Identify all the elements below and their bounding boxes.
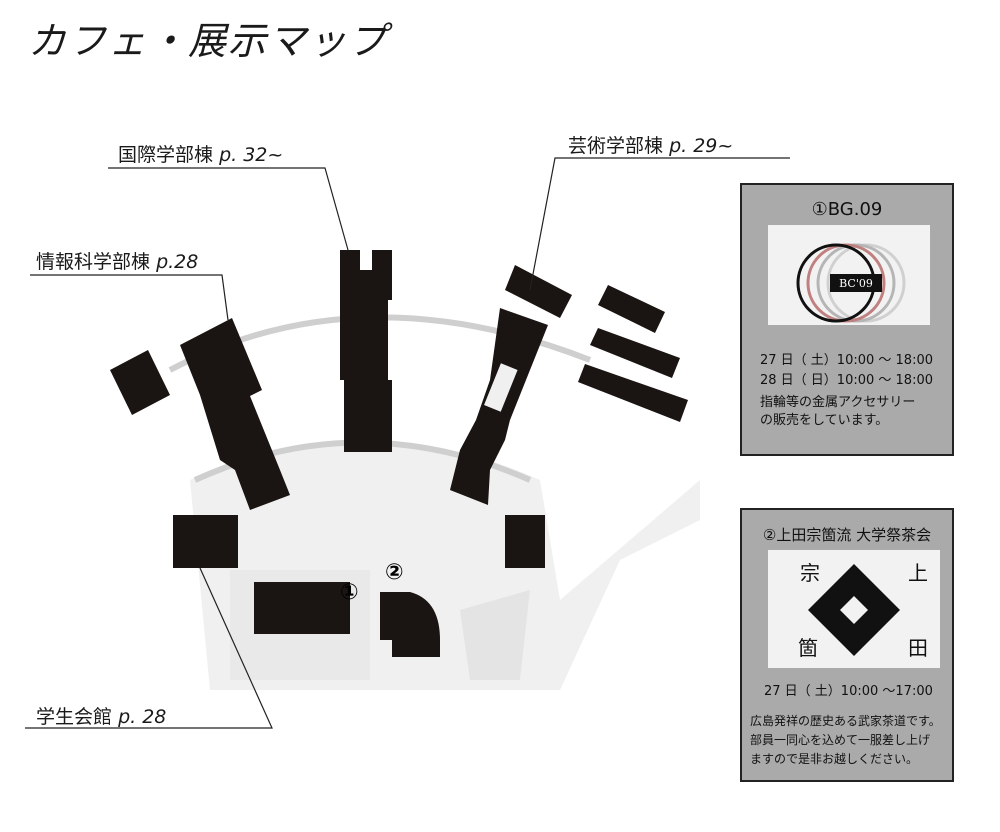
building-kokusai — [340, 250, 392, 452]
info-panel-tea-ceremony: ②上田宗箇流 大学祭茶会 宗 上 箇 田 27 日（ 土）10:00 〜17:0… — [740, 508, 954, 782]
label-kokusai-name: 国際学部棟 — [118, 144, 214, 166]
marker-1: ① — [340, 580, 359, 605]
marker-2: ② — [385, 560, 404, 585]
crest-char-3: 箇 — [798, 636, 818, 660]
label-geijutsu-name: 芸術学部棟 — [568, 135, 664, 157]
label-joho-page: p.28 — [156, 251, 199, 273]
label-geijutsu-page: p. 29~ — [669, 135, 734, 157]
label-kokusai: 国際学部棟 p. 32~ — [118, 140, 283, 167]
label-gakusei-name: 学生会館 — [36, 706, 113, 728]
panel1-title: ①BG.09 — [811, 199, 883, 220]
leader-kokusai — [108, 167, 349, 251]
crest-char-4: 田 — [908, 636, 928, 660]
building-gakusei-kaikan — [173, 515, 238, 568]
crest-char-2: 上 — [908, 561, 928, 585]
panel2-line-2: 広島発祥の歴史ある武家茶道です。 — [750, 714, 941, 728]
panel1-line-1: 27 日（ 土）10:00 〜 18:00 — [760, 353, 933, 368]
bc-logo-icon: BC'09 — [796, 243, 906, 323]
ueda-crest-icon: 宗 上 箇 田 — [798, 561, 928, 660]
panel2-crest-area: 宗 上 箇 田 — [768, 550, 940, 668]
label-kokusai-page: p. 32~ — [219, 144, 284, 166]
info-panel-bg09: ①BG.09 BC'09 27 日（ 土）10:00 〜 18:00 28 日（… — [740, 183, 954, 456]
panel2-line-4: ますので是非お越しください。 — [750, 752, 919, 766]
building-joho-annex — [110, 350, 170, 415]
panel2-line-3: 部員一同心を込めて一服差し上げ — [750, 733, 931, 747]
label-joho: 情報科学部棟 p.28 — [36, 247, 198, 274]
label-gakusei: 学生会館 p. 28 — [36, 702, 166, 729]
panel1-line-4: の販売をしています。 — [760, 413, 889, 428]
panel1-logo-area: BC'09 — [768, 225, 930, 325]
building-east-small — [505, 515, 545, 568]
panel2-line-1: 27 日（ 土）10:00 〜17:00 — [764, 684, 933, 699]
panel1-line-3: 指輪等の金属アクセサリー — [760, 395, 916, 410]
building-geijutsu-c — [598, 285, 665, 333]
leader-joho — [30, 274, 229, 321]
panel1-line-2: 28 日（ 日）10:00 〜 18:00 — [760, 373, 933, 388]
building-geijutsu-a — [505, 265, 572, 318]
label-gakusei-page: p. 28 — [118, 706, 167, 728]
spot-1-building — [254, 582, 350, 634]
crest-char-1: 宗 — [800, 561, 820, 585]
label-joho-name: 情報科学部棟 — [36, 251, 151, 273]
label-geijutsu: 芸術学部棟 p. 29~ — [568, 131, 733, 158]
bc-logo-text: BC'09 — [839, 277, 873, 290]
panel2-title: ②上田宗箇流 大学祭茶会 — [762, 526, 932, 544]
